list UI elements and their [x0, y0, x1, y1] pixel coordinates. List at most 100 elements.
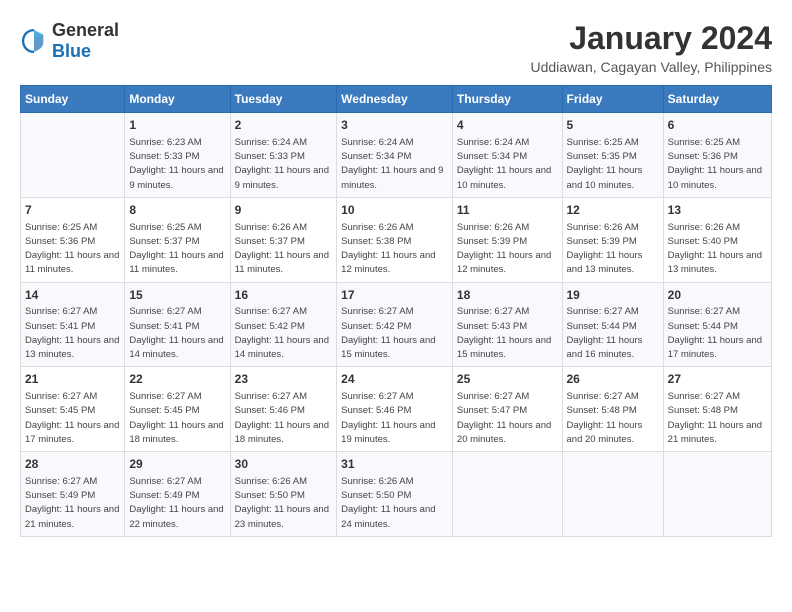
week-row-3: 14Sunrise: 6:27 AMSunset: 5:41 PMDayligh…: [21, 282, 772, 367]
day-info: Sunrise: 6:27 AMSunset: 5:41 PMDaylight:…: [25, 305, 120, 362]
day-info: Sunrise: 6:27 AMSunset: 5:43 PMDaylight:…: [457, 305, 558, 362]
day-info: Sunrise: 6:24 AMSunset: 5:34 PMDaylight:…: [341, 136, 448, 193]
day-number: 30: [235, 456, 333, 473]
day-number: 17: [341, 287, 448, 304]
logo-text: General Blue: [52, 20, 119, 62]
calendar-cell: 24 Sunrise: 6:27 AMSunset: 5:46 PMDayligh…: [337, 367, 453, 452]
day-info: Sunrise: 6:27 AMSunset: 5:48 PMDaylight:…: [668, 390, 767, 447]
calendar-cell: 20Sunrise: 6:27 AMSunset: 5:44 PMDayligh…: [663, 282, 771, 367]
calendar-cell: 31Sunrise: 6:26 AMSunset: 5:50 PMDayligh…: [337, 452, 453, 537]
week-row-4: 21 Sunrise: 6:27 AMSunset: 5:45 PMDayligh…: [21, 367, 772, 452]
day-info: Sunrise: 6:27 AMSunset: 5:45 PMDaylight:…: [129, 390, 225, 447]
week-row-5: 28Sunrise: 6:27 AMSunset: 5:49 PMDayligh…: [21, 452, 772, 537]
calendar-cell: 17Sunrise: 6:27 AMSunset: 5:42 PMDayligh…: [337, 282, 453, 367]
day-number: 27: [668, 371, 767, 388]
header-saturday: Saturday: [663, 86, 771, 113]
calendar-cell: 30 Sunrise: 6:26 AMSunset: 5:50 PMDayligh…: [230, 452, 337, 537]
day-number: 16: [235, 287, 333, 304]
day-info: Sunrise: 6:25 AMSunset: 5:36 PMDaylight:…: [668, 136, 767, 193]
day-number: 13: [668, 202, 767, 219]
day-number: 18: [457, 287, 558, 304]
day-number: 23: [235, 371, 333, 388]
day-info: Sunrise: 6:26 AMSunset: 5:50 PMDaylight:…: [341, 475, 448, 532]
calendar-cell: 19Sunrise: 6:27 AMSunset: 5:44 PMDayligh…: [562, 282, 663, 367]
logo-icon: [20, 27, 48, 55]
day-number: 24: [341, 371, 448, 388]
day-info: Sunrise: 6:27 AMSunset: 5:47 PMDaylight:…: [457, 390, 558, 447]
calendar-cell: 3 Sunrise: 6:24 AMSunset: 5:34 PMDaylight…: [337, 113, 453, 198]
calendar-cell: [21, 113, 125, 198]
logo-general: General: [52, 20, 119, 40]
day-number: 4: [457, 117, 558, 134]
header-tuesday: Tuesday: [230, 86, 337, 113]
calendar-cell: 26 Sunrise: 6:27 AMSunset: 5:48 PMDayligh…: [562, 367, 663, 452]
day-info: Sunrise: 6:26 AMSunset: 5:39 PMDaylight:…: [567, 221, 659, 278]
day-number: 21: [25, 371, 120, 388]
calendar-cell: 12Sunrise: 6:26 AMSunset: 5:39 PMDayligh…: [562, 197, 663, 282]
calendar-cell: 6 Sunrise: 6:25 AMSunset: 5:36 PMDaylight…: [663, 113, 771, 198]
calendar-cell: 8 Sunrise: 6:25 AMSunset: 5:37 PMDaylight…: [125, 197, 230, 282]
calendar-cell: 7Sunrise: 6:25 AMSunset: 5:36 PMDaylight…: [21, 197, 125, 282]
day-info: Sunrise: 6:25 AMSunset: 5:37 PMDaylight:…: [129, 221, 225, 278]
day-info: Sunrise: 6:25 AMSunset: 5:35 PMDaylight:…: [567, 136, 659, 193]
day-info: Sunrise: 6:26 AMSunset: 5:39 PMDaylight:…: [457, 221, 558, 278]
day-number: 15: [129, 287, 225, 304]
day-info: Sunrise: 6:27 AMSunset: 5:41 PMDaylight:…: [129, 305, 225, 362]
day-number: 3: [341, 117, 448, 134]
calendar-cell: 29 Sunrise: 6:27 AMSunset: 5:49 PMDayligh…: [125, 452, 230, 537]
day-info: Sunrise: 6:26 AMSunset: 5:37 PMDaylight:…: [235, 221, 333, 278]
calendar-cell: [562, 452, 663, 537]
calendar-cell: [452, 452, 562, 537]
calendar-cell: 14Sunrise: 6:27 AMSunset: 5:41 PMDayligh…: [21, 282, 125, 367]
day-info: Sunrise: 6:27 AMSunset: 5:46 PMDaylight:…: [341, 390, 448, 447]
day-info: Sunrise: 6:27 AMSunset: 5:49 PMDaylight:…: [25, 475, 120, 532]
day-info: Sunrise: 6:25 AMSunset: 5:36 PMDaylight:…: [25, 221, 120, 278]
day-info: Sunrise: 6:27 AMSunset: 5:44 PMDaylight:…: [567, 305, 659, 362]
page-header: General Blue January 2024 Uddiawan, Caga…: [20, 20, 772, 75]
calendar-cell: 21 Sunrise: 6:27 AMSunset: 5:45 PMDayligh…: [21, 367, 125, 452]
calendar-cell: 23 Sunrise: 6:27 AMSunset: 5:46 PMDayligh…: [230, 367, 337, 452]
day-number: 8: [129, 202, 225, 219]
calendar-header-row: SundayMondayTuesdayWednesdayThursdayFrid…: [21, 86, 772, 113]
day-number: 2: [235, 117, 333, 134]
calendar-cell: 16Sunrise: 6:27 AMSunset: 5:42 PMDayligh…: [230, 282, 337, 367]
day-info: Sunrise: 6:27 AMSunset: 5:48 PMDaylight:…: [567, 390, 659, 447]
calendar-cell: 4 Sunrise: 6:24 AMSunset: 5:34 PMDaylight…: [452, 113, 562, 198]
day-number: 14: [25, 287, 120, 304]
calendar-cell: 11Sunrise: 6:26 AMSunset: 5:39 PMDayligh…: [452, 197, 562, 282]
day-info: Sunrise: 6:26 AMSunset: 5:38 PMDaylight:…: [341, 221, 448, 278]
calendar-table: SundayMondayTuesdayWednesdayThursdayFrid…: [20, 85, 772, 537]
calendar-cell: 13 Sunrise: 6:26 AMSunset: 5:40 PMDayligh…: [663, 197, 771, 282]
day-info: Sunrise: 6:27 AMSunset: 5:49 PMDaylight:…: [129, 475, 225, 532]
month-year: January 2024: [530, 20, 772, 57]
day-number: 6: [668, 117, 767, 134]
header-wednesday: Wednesday: [337, 86, 453, 113]
day-number: 26: [567, 371, 659, 388]
week-row-1: 1Sunrise: 6:23 AMSunset: 5:33 PMDaylight…: [21, 113, 772, 198]
header-thursday: Thursday: [452, 86, 562, 113]
day-info: Sunrise: 6:24 AMSunset: 5:34 PMDaylight:…: [457, 136, 558, 193]
calendar-cell: 1Sunrise: 6:23 AMSunset: 5:33 PMDaylight…: [125, 113, 230, 198]
header-sunday: Sunday: [21, 86, 125, 113]
calendar-cell: 18Sunrise: 6:27 AMSunset: 5:43 PMDayligh…: [452, 282, 562, 367]
day-info: Sunrise: 6:24 AMSunset: 5:33 PMDaylight:…: [235, 136, 333, 193]
calendar-cell: [663, 452, 771, 537]
logo-blue: Blue: [52, 41, 91, 61]
calendar-cell: 2 Sunrise: 6:24 AMSunset: 5:33 PMDaylight…: [230, 113, 337, 198]
day-number: 25: [457, 371, 558, 388]
day-info: Sunrise: 6:26 AMSunset: 5:40 PMDaylight:…: [668, 221, 767, 278]
day-info: Sunrise: 6:23 AMSunset: 5:33 PMDaylight:…: [129, 136, 225, 193]
location: Uddiawan, Cagayan Valley, Philippines: [530, 59, 772, 75]
title-block: January 2024 Uddiawan, Cagayan Valley, P…: [530, 20, 772, 75]
logo: General Blue: [20, 20, 119, 62]
day-info: Sunrise: 6:27 AMSunset: 5:42 PMDaylight:…: [341, 305, 448, 362]
day-info: Sunrise: 6:27 AMSunset: 5:45 PMDaylight:…: [25, 390, 120, 447]
day-info: Sunrise: 6:27 AMSunset: 5:46 PMDaylight:…: [235, 390, 333, 447]
day-info: Sunrise: 6:26 AMSunset: 5:50 PMDaylight:…: [235, 475, 333, 532]
day-number: 29: [129, 456, 225, 473]
day-number: 20: [668, 287, 767, 304]
calendar-cell: 22Sunrise: 6:27 AMSunset: 5:45 PMDayligh…: [125, 367, 230, 452]
header-friday: Friday: [562, 86, 663, 113]
day-number: 5: [567, 117, 659, 134]
day-number: 9: [235, 202, 333, 219]
